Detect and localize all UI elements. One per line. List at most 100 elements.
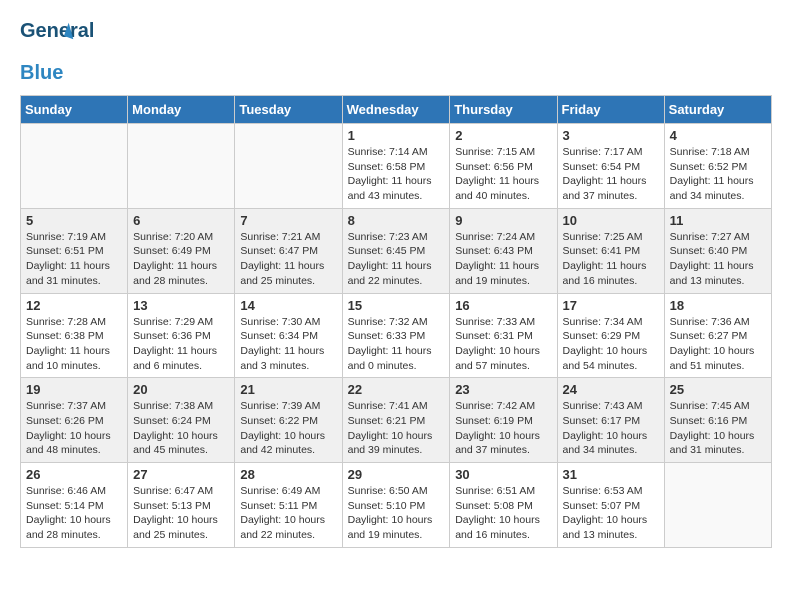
day-number: 27	[133, 467, 229, 482]
day-number: 23	[455, 382, 551, 397]
week-row-5: 26 Sunrise: 6:46 AM Sunset: 5:14 PM Dayli…	[21, 463, 772, 548]
calendar-cell: 3 Sunrise: 7:17 AM Sunset: 6:54 PM Daylig…	[557, 124, 664, 209]
day-info: Sunrise: 7:38 AM Sunset: 6:24 PM Dayligh…	[133, 399, 229, 458]
week-row-3: 12 Sunrise: 7:28 AM Sunset: 6:38 PM Dayli…	[21, 293, 772, 378]
day-number: 15	[348, 298, 445, 313]
day-info: Sunrise: 7:18 AM Sunset: 6:52 PM Dayligh…	[670, 145, 766, 204]
calendar-cell: 22Sunrise: 7:41 AM Sunset: 6:21 PM Dayli…	[342, 378, 450, 463]
calendar: SundayMondayTuesdayWednesdayThursdayFrid…	[20, 95, 772, 548]
calendar-cell: 24 Sunrise: 7:43 AM Sunset: 6:17 PM Dayli…	[557, 378, 664, 463]
day-number: 13	[133, 298, 229, 313]
calendar-cell	[128, 124, 235, 209]
calendar-cell: 30 Sunrise: 6:51 AM Sunset: 5:08 PM Dayli…	[450, 463, 557, 548]
day-number: 4	[670, 128, 766, 143]
day-info: Sunrise: 7:39 AM Sunset: 6:22 PM Dayligh…	[240, 399, 336, 458]
day-info: Sunrise: 7:28 AM Sunset: 6:38 PM Dayligh…	[26, 315, 122, 374]
day-info: Sunrise: 7:25 AM Sunset: 6:41 PM Dayligh…	[563, 230, 659, 289]
calendar-cell: 11 Sunrise: 7:27 AM Sunset: 6:40 PM Dayli…	[664, 208, 771, 293]
calendar-cell: 2 Sunrise: 7:15 AM Sunset: 6:56 PM Daylig…	[450, 124, 557, 209]
day-info: Sunrise: 7:43 AM Sunset: 6:17 PM Dayligh…	[563, 399, 659, 458]
day-number: 12	[26, 298, 122, 313]
day-info: Sunrise: 7:29 AM Sunset: 6:36 PM Dayligh…	[133, 315, 229, 374]
day-number: 26	[26, 467, 122, 482]
calendar-cell: 8Sunrise: 7:23 AM Sunset: 6:45 PM Daylig…	[342, 208, 450, 293]
calendar-cell: 29 Sunrise: 6:50 AM Sunset: 5:10 PM Dayli…	[342, 463, 450, 548]
calendar-cell: 12 Sunrise: 7:28 AM Sunset: 6:38 PM Dayli…	[21, 293, 128, 378]
day-number: 11	[670, 213, 766, 228]
day-info: Sunrise: 7:33 AM Sunset: 6:31 PM Dayligh…	[455, 315, 551, 374]
day-number: 6	[133, 213, 229, 228]
day-info: Sunrise: 7:45 AM Sunset: 6:16 PM Dayligh…	[670, 399, 766, 458]
calendar-cell: 13 Sunrise: 7:29 AM Sunset: 6:36 PM Dayli…	[128, 293, 235, 378]
calendar-cell: 4 Sunrise: 7:18 AM Sunset: 6:52 PM Daylig…	[664, 124, 771, 209]
day-number: 22	[348, 382, 445, 397]
day-number: 24	[563, 382, 659, 397]
weekday-header-saturday: Saturday	[664, 96, 771, 124]
day-number: 7	[240, 213, 336, 228]
day-info: Sunrise: 7:37 AM Sunset: 6:26 PM Dayligh…	[26, 399, 122, 458]
day-info: Sunrise: 7:20 AM Sunset: 6:49 PM Dayligh…	[133, 230, 229, 289]
header: General Blue	[20, 20, 772, 85]
day-number: 3	[563, 128, 659, 143]
day-number: 17	[563, 298, 659, 313]
weekday-header-wednesday: Wednesday	[342, 96, 450, 124]
day-info: Sunrise: 7:24 AM Sunset: 6:43 PM Dayligh…	[455, 230, 551, 289]
calendar-cell: 16 Sunrise: 7:33 AM Sunset: 6:31 PM Dayli…	[450, 293, 557, 378]
weekday-header-monday: Monday	[128, 96, 235, 124]
day-info: Sunrise: 7:15 AM Sunset: 6:56 PM Dayligh…	[455, 145, 551, 204]
day-info: Sunrise: 6:53 AM Sunset: 5:07 PM Dayligh…	[563, 484, 659, 543]
day-number: 14	[240, 298, 336, 313]
day-number: 30	[455, 467, 551, 482]
day-info: Sunrise: 7:23 AM Sunset: 6:45 PM Dayligh…	[348, 230, 445, 289]
day-info: Sunrise: 7:27 AM Sunset: 6:40 PM Dayligh…	[670, 230, 766, 289]
calendar-cell: 5 Sunrise: 7:19 AM Sunset: 6:51 PM Daylig…	[21, 208, 128, 293]
calendar-cell: 17Sunrise: 7:34 AM Sunset: 6:29 PM Dayli…	[557, 293, 664, 378]
calendar-cell: 15 Sunrise: 7:32 AM Sunset: 6:33 PM Dayli…	[342, 293, 450, 378]
day-info: Sunrise: 6:51 AM Sunset: 5:08 PM Dayligh…	[455, 484, 551, 543]
day-info: Sunrise: 7:36 AM Sunset: 6:27 PM Dayligh…	[670, 315, 766, 374]
day-number: 28	[240, 467, 336, 482]
calendar-cell: 10Sunrise: 7:25 AM Sunset: 6:41 PM Dayli…	[557, 208, 664, 293]
day-info: Sunrise: 7:19 AM Sunset: 6:51 PM Dayligh…	[26, 230, 122, 289]
day-number: 9	[455, 213, 551, 228]
weekday-header-tuesday: Tuesday	[235, 96, 342, 124]
day-number: 1	[348, 128, 445, 143]
day-number: 21	[240, 382, 336, 397]
calendar-cell: 28 Sunrise: 6:49 AM Sunset: 5:11 PM Dayli…	[235, 463, 342, 548]
day-number: 2	[455, 128, 551, 143]
week-row-2: 5 Sunrise: 7:19 AM Sunset: 6:51 PM Daylig…	[21, 208, 772, 293]
day-number: 29	[348, 467, 445, 482]
calendar-cell: 18 Sunrise: 7:36 AM Sunset: 6:27 PM Dayli…	[664, 293, 771, 378]
day-info: Sunrise: 7:42 AM Sunset: 6:19 PM Dayligh…	[455, 399, 551, 458]
calendar-cell	[21, 124, 128, 209]
day-info: Sunrise: 7:30 AM Sunset: 6:34 PM Dayligh…	[240, 315, 336, 374]
week-row-4: 19Sunrise: 7:37 AM Sunset: 6:26 PM Dayli…	[21, 378, 772, 463]
calendar-cell: 7 Sunrise: 7:21 AM Sunset: 6:47 PM Daylig…	[235, 208, 342, 293]
day-info: Sunrise: 6:49 AM Sunset: 5:11 PM Dayligh…	[240, 484, 336, 543]
day-number: 18	[670, 298, 766, 313]
day-info: Sunrise: 7:17 AM Sunset: 6:54 PM Dayligh…	[563, 145, 659, 204]
day-number: 25	[670, 382, 766, 397]
weekday-header-thursday: Thursday	[450, 96, 557, 124]
day-info: Sunrise: 7:32 AM Sunset: 6:33 PM Dayligh…	[348, 315, 445, 374]
weekday-header-row: SundayMondayTuesdayWednesdayThursdayFrid…	[21, 96, 772, 124]
day-info: Sunrise: 6:50 AM Sunset: 5:10 PM Dayligh…	[348, 484, 445, 543]
day-info: Sunrise: 7:21 AM Sunset: 6:47 PM Dayligh…	[240, 230, 336, 289]
day-info: Sunrise: 6:47 AM Sunset: 5:13 PM Dayligh…	[133, 484, 229, 543]
day-info: Sunrise: 6:46 AM Sunset: 5:14 PM Dayligh…	[26, 484, 122, 543]
weekday-header-sunday: Sunday	[21, 96, 128, 124]
day-info: Sunrise: 7:14 AM Sunset: 6:58 PM Dayligh…	[348, 145, 445, 204]
calendar-cell: 20Sunrise: 7:38 AM Sunset: 6:24 PM Dayli…	[128, 378, 235, 463]
calendar-cell	[664, 463, 771, 548]
calendar-cell: 26 Sunrise: 6:46 AM Sunset: 5:14 PM Dayli…	[21, 463, 128, 548]
week-row-1: 1 Sunrise: 7:14 AM Sunset: 6:58 PM Daylig…	[21, 124, 772, 209]
calendar-cell: 9 Sunrise: 7:24 AM Sunset: 6:43 PM Daylig…	[450, 208, 557, 293]
calendar-cell: 21 Sunrise: 7:39 AM Sunset: 6:22 PM Dayli…	[235, 378, 342, 463]
calendar-cell	[235, 124, 342, 209]
logo-blue: Blue	[20, 62, 63, 85]
logo-general: General	[20, 20, 94, 43]
calendar-cell: 19Sunrise: 7:37 AM Sunset: 6:26 PM Dayli…	[21, 378, 128, 463]
calendar-cell: 23 Sunrise: 7:42 AM Sunset: 6:19 PM Dayli…	[450, 378, 557, 463]
day-number: 5	[26, 213, 122, 228]
day-number: 16	[455, 298, 551, 313]
